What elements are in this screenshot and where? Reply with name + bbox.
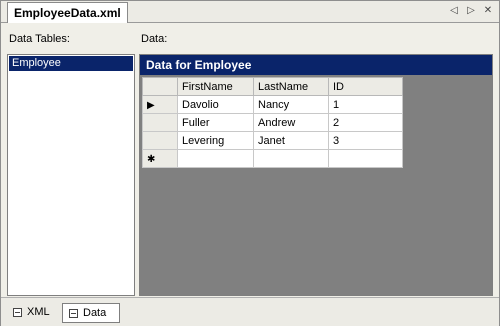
column-header-firstname[interactable]: FirstName bbox=[177, 77, 254, 96]
new-row-asterisk-icon: ✱ bbox=[147, 153, 156, 165]
xml-designer-window: EmployeeData.xml ◁ ▷ ✕ Data Tables: Data… bbox=[0, 0, 500, 326]
cell-id[interactable]: 1 bbox=[328, 95, 403, 114]
row-header-corner[interactable] bbox=[142, 77, 178, 96]
table-row: Levering Janet 3 bbox=[142, 131, 403, 150]
current-row-arrow-icon: ▶ bbox=[147, 99, 155, 111]
cell-firstname[interactable]: Levering bbox=[177, 131, 254, 150]
column-header-lastname[interactable]: LastName bbox=[253, 77, 329, 96]
cell-firstname[interactable]: Davolio bbox=[177, 95, 254, 114]
column-header-id[interactable]: ID bbox=[328, 77, 403, 96]
xml-view-icon bbox=[13, 307, 22, 317]
new-cell-id[interactable] bbox=[328, 149, 403, 168]
new-cell-lastname[interactable] bbox=[253, 149, 329, 168]
tab-data[interactable]: Data bbox=[62, 303, 120, 323]
data-tables-list[interactable]: Employee bbox=[7, 54, 135, 296]
table-row: Fuller Andrew 2 bbox=[142, 113, 403, 132]
document-tab-strip: EmployeeData.xml ◁ ▷ ✕ bbox=[1, 1, 499, 23]
data-view-icon bbox=[69, 308, 78, 318]
row-header[interactable]: ▶ bbox=[142, 95, 178, 114]
table-row: ▶ Davolio Nancy 1 bbox=[142, 95, 403, 114]
cell-id[interactable]: 3 bbox=[328, 131, 403, 150]
close-icon[interactable]: ✕ bbox=[483, 4, 493, 18]
grid-caption: Data for Employee bbox=[140, 55, 492, 75]
row-header[interactable] bbox=[142, 131, 178, 150]
tab-data-label: Data bbox=[83, 307, 107, 319]
view-tab-bar: XML Data bbox=[1, 297, 499, 326]
row-header[interactable] bbox=[142, 113, 178, 132]
tab-xml-label: XML bbox=[27, 306, 50, 318]
scroll-left-icon[interactable]: ◁ bbox=[449, 4, 459, 18]
data-label: Data: bbox=[141, 33, 168, 45]
cell-lastname[interactable]: Andrew bbox=[253, 113, 329, 132]
scroll-right-icon[interactable]: ▷ bbox=[466, 4, 476, 18]
list-item-employee[interactable]: Employee bbox=[9, 56, 133, 71]
new-row: ✱ bbox=[142, 149, 403, 168]
tab-xml[interactable]: XML bbox=[7, 303, 56, 321]
new-cell-firstname[interactable] bbox=[177, 149, 254, 168]
new-row-header[interactable]: ✱ bbox=[142, 149, 178, 168]
cell-firstname[interactable]: Fuller bbox=[177, 113, 254, 132]
document-tab[interactable]: EmployeeData.xml bbox=[7, 2, 128, 23]
tab-strip-buttons: ◁ ▷ ✕ bbox=[449, 4, 493, 18]
data-tables-label: Data Tables: bbox=[9, 33, 70, 45]
data-grid-panel: Data for Employee FirstName LastName ID … bbox=[139, 54, 493, 296]
cell-lastname[interactable]: Janet bbox=[253, 131, 329, 150]
cell-id[interactable]: 2 bbox=[328, 113, 403, 132]
header-row: FirstName LastName ID bbox=[142, 77, 403, 96]
cell-lastname[interactable]: Nancy bbox=[253, 95, 329, 114]
data-grid: FirstName LastName ID ▶ Davolio Nancy 1 … bbox=[142, 77, 403, 168]
